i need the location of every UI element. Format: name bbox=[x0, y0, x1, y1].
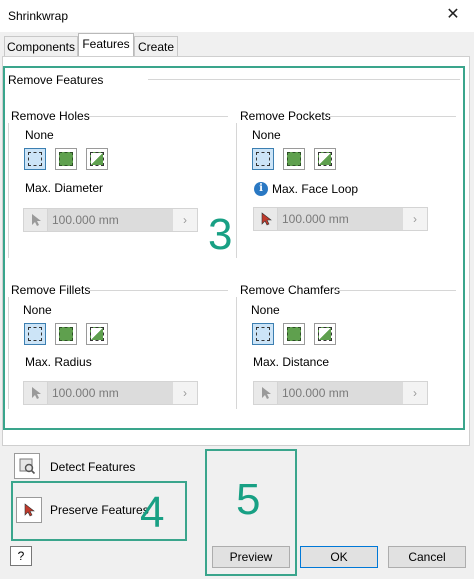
close-icon[interactable]: ✕ bbox=[440, 4, 466, 26]
remove-by-size-icon bbox=[90, 327, 104, 341]
pockets-param-label: Max. Face Loop bbox=[272, 182, 359, 196]
help-icon[interactable]: ? bbox=[10, 546, 32, 566]
divider bbox=[236, 297, 237, 409]
pockets-remove-all-button[interactable] bbox=[283, 148, 305, 170]
remove-all-icon bbox=[287, 327, 301, 341]
remove-by-size-icon bbox=[318, 327, 332, 341]
divider bbox=[88, 116, 228, 117]
divider bbox=[334, 290, 456, 291]
remove-all-icon bbox=[59, 152, 73, 166]
fillets-radius-value: 100.000 mm bbox=[48, 382, 173, 404]
divider bbox=[236, 123, 237, 258]
preview-button[interactable]: Preview bbox=[212, 546, 290, 568]
none-icon bbox=[28, 152, 42, 166]
remove-by-size-icon bbox=[318, 152, 332, 166]
ok-button[interactable]: OK bbox=[300, 546, 378, 568]
holes-remove-all-button[interactable] bbox=[55, 148, 77, 170]
remove-chamfers-title: Remove Chamfers bbox=[240, 283, 341, 297]
remove-fillets-title: Remove Fillets bbox=[11, 283, 91, 297]
chamfers-option-label: None bbox=[251, 303, 280, 317]
chamfers-distance-value: 100.000 mm bbox=[278, 382, 403, 404]
none-icon bbox=[256, 152, 270, 166]
tab-features[interactable]: Features bbox=[78, 33, 134, 56]
info-icon: i bbox=[254, 182, 268, 196]
callout-5: 5 bbox=[236, 475, 261, 524]
chamfers-remove-all-button[interactable] bbox=[283, 323, 305, 345]
fillets-option-label: None bbox=[23, 303, 52, 317]
none-icon bbox=[28, 327, 42, 341]
remove-features-title: Remove Features bbox=[8, 73, 104, 87]
chevron-right-icon[interactable]: › bbox=[173, 209, 197, 231]
pockets-face-loop-value: 100.000 mm bbox=[278, 208, 403, 230]
window-title: Shrinkwrap bbox=[8, 9, 69, 23]
callout-3: 3 bbox=[208, 210, 233, 259]
pockets-none-button[interactable] bbox=[252, 148, 274, 170]
fillets-remove-by-size-button[interactable] bbox=[86, 323, 108, 345]
chamfers-none-button[interactable] bbox=[252, 323, 274, 345]
chevron-right-icon[interactable]: › bbox=[403, 208, 427, 230]
divider bbox=[8, 123, 9, 258]
remove-all-icon bbox=[59, 327, 73, 341]
fillets-param-label: Max. Radius bbox=[25, 355, 92, 369]
chevron-right-icon[interactable]: › bbox=[403, 382, 427, 404]
chamfers-param-label: Max. Distance bbox=[253, 355, 330, 369]
select-arrow-icon[interactable] bbox=[254, 382, 278, 404]
holes-diameter-field[interactable]: 100.000 mm › bbox=[23, 208, 198, 232]
preserve-features-label: Preserve Features bbox=[50, 503, 149, 517]
detect-features-label: Detect Features bbox=[50, 460, 136, 474]
remove-holes-title: Remove Holes bbox=[11, 109, 90, 123]
chevron-right-icon[interactable]: › bbox=[173, 382, 197, 404]
holes-param-label: Max. Diameter bbox=[25, 181, 104, 195]
detect-features-button[interactable] bbox=[14, 453, 40, 479]
pockets-remove-by-size-button[interactable] bbox=[314, 148, 336, 170]
pockets-face-loop-field[interactable]: 100.000 mm › bbox=[253, 207, 428, 231]
chamfers-remove-by-size-button[interactable] bbox=[314, 323, 336, 345]
tab-create[interactable]: Create bbox=[134, 36, 178, 56]
none-icon bbox=[256, 327, 270, 341]
divider bbox=[88, 290, 228, 291]
holes-remove-by-size-button[interactable] bbox=[86, 148, 108, 170]
holes-option-label: None bbox=[25, 128, 54, 142]
select-arrow-icon[interactable] bbox=[24, 209, 48, 231]
holes-diameter-value: 100.000 mm bbox=[48, 209, 173, 231]
fillets-radius-field[interactable]: 100.000 mm › bbox=[23, 381, 198, 405]
divider bbox=[148, 79, 460, 80]
fillets-none-button[interactable] bbox=[24, 323, 46, 345]
cancel-button[interactable]: Cancel bbox=[388, 546, 466, 568]
callout-4: 4 bbox=[140, 488, 165, 537]
divider bbox=[8, 297, 9, 409]
select-arrow-icon[interactable] bbox=[24, 382, 48, 404]
remove-by-size-icon bbox=[90, 152, 104, 166]
fillets-remove-all-button[interactable] bbox=[55, 323, 77, 345]
select-arrow-icon[interactable] bbox=[254, 208, 278, 230]
title-bar bbox=[0, 0, 474, 32]
remove-all-icon bbox=[287, 152, 301, 166]
detect-features-icon bbox=[19, 458, 36, 475]
chamfers-distance-field[interactable]: 100.000 mm › bbox=[253, 381, 428, 405]
preserve-features-button[interactable] bbox=[16, 497, 42, 523]
pockets-option-label: None bbox=[252, 128, 281, 142]
divider bbox=[328, 116, 456, 117]
select-arrow-icon bbox=[24, 503, 35, 517]
holes-none-button[interactable] bbox=[24, 148, 46, 170]
tab-components[interactable]: Components bbox=[4, 36, 78, 56]
remove-pockets-title: Remove Pockets bbox=[240, 109, 331, 123]
